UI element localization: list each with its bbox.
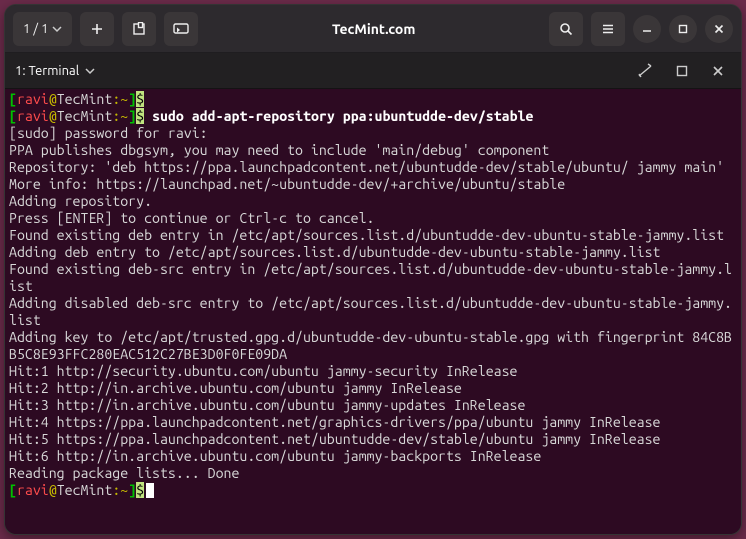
close-icon [714, 24, 724, 34]
tab-terminal[interactable]: 1: Terminal [15, 64, 95, 78]
prompt-bracket: ] [128, 482, 136, 498]
prompt-bracket: ] [128, 91, 136, 107]
prompt-bracket: [ [9, 91, 17, 107]
close-icon [712, 65, 724, 77]
menu-button[interactable] [591, 12, 625, 46]
out: Found existing deb entry in /etc/apt/sou… [9, 227, 724, 243]
broadcast-icon [173, 23, 189, 35]
prompt-host: TecMint [57, 91, 113, 107]
out: More info: https://launchpad.net/~ubuntu… [9, 176, 565, 192]
prompt-host: TecMint [57, 108, 113, 124]
maximize-pane-button[interactable] [669, 58, 695, 84]
chevron-down-icon [85, 66, 95, 76]
prompt-dollar: $ [136, 91, 144, 107]
out: Found existing deb-src entry in /etc/apt… [9, 261, 732, 294]
text-cursor-button[interactable] [633, 58, 659, 84]
search-icon [559, 22, 573, 36]
out: Adding repository. [9, 193, 152, 209]
square-icon [676, 65, 688, 77]
prompt-bracket: ] [128, 108, 136, 124]
prompt-dollar: $ [136, 108, 144, 124]
out: Adding disabled deb-src entry to /etc/ap… [9, 295, 732, 328]
terminal-window: 1 / 1 TecMint.com 1: [4, 4, 742, 535]
new-tab-button[interactable] [80, 12, 114, 46]
minimize-icon [642, 24, 652, 34]
out: [sudo] password for ravi: [9, 125, 216, 141]
out: Hit:1 http://security.ubuntu.com/ubuntu … [9, 363, 517, 379]
split-icon [132, 22, 146, 36]
split-button[interactable] [122, 12, 156, 46]
text-cursor-icon [638, 63, 654, 79]
out: Hit:5 https://ppa.launchpadcontent.net/u… [9, 431, 661, 447]
prompt-user: ravi [17, 482, 49, 498]
plus-icon [90, 22, 104, 36]
minimize-button[interactable] [633, 15, 661, 43]
out: PPA publishes dbgsym, you may need to in… [9, 142, 549, 158]
tab-label: 1: Terminal [15, 64, 79, 78]
hamburger-icon [601, 22, 615, 36]
chevron-down-icon [52, 24, 62, 34]
out: Repository: 'deb https://ppa.launchpadco… [9, 159, 724, 175]
maximize-icon [678, 24, 688, 34]
window-title: TecMint.com [332, 21, 415, 37]
prompt-bracket: [ [9, 482, 17, 498]
close-button[interactable] [705, 15, 733, 43]
prompt-at: @ [49, 482, 57, 498]
prompt-user: ravi [17, 108, 49, 124]
out: Hit:6 http://in.archive.ubuntu.com/ubunt… [9, 448, 541, 464]
page-indicator-text: 1 / 1 [23, 22, 48, 36]
command-text: sudo add-apt-repository ppa:ubuntudde-de… [144, 108, 533, 124]
out: Adding key to /etc/apt/trusted.gpg.d/ubu… [9, 329, 732, 362]
tabbar: 1: Terminal [5, 53, 741, 89]
prompt-at: @ [49, 108, 57, 124]
terminal-output[interactable]: [ravi@TecMint:~]$ [ravi@TecMint:~]$ sudo… [5, 89, 741, 534]
prompt-user: ravi [17, 91, 49, 107]
out: Hit:3 http://in.archive.ubuntu.com/ubunt… [9, 397, 525, 413]
prompt-dollar: $ [136, 482, 144, 498]
search-button[interactable] [549, 12, 583, 46]
prompt-host: TecMint [57, 482, 113, 498]
out: Adding deb entry to /etc/apt/sources.lis… [9, 244, 661, 260]
out: Hit:4 https://ppa.launchpadcontent.net/g… [9, 414, 661, 430]
out: Reading package lists... Done [9, 465, 239, 481]
broadcast-button[interactable] [164, 12, 198, 46]
maximize-button[interactable] [669, 15, 697, 43]
close-pane-button[interactable] [705, 58, 731, 84]
prompt-bracket: [ [9, 108, 17, 124]
page-indicator[interactable]: 1 / 1 [13, 12, 72, 46]
titlebar: 1 / 1 TecMint.com [5, 5, 741, 53]
prompt-at: @ [49, 91, 57, 107]
out: Press [ENTER] to continue or Ctrl-c to c… [9, 210, 374, 226]
cursor [146, 483, 154, 498]
out: Hit:2 http://in.archive.ubuntu.com/ubunt… [9, 380, 462, 396]
